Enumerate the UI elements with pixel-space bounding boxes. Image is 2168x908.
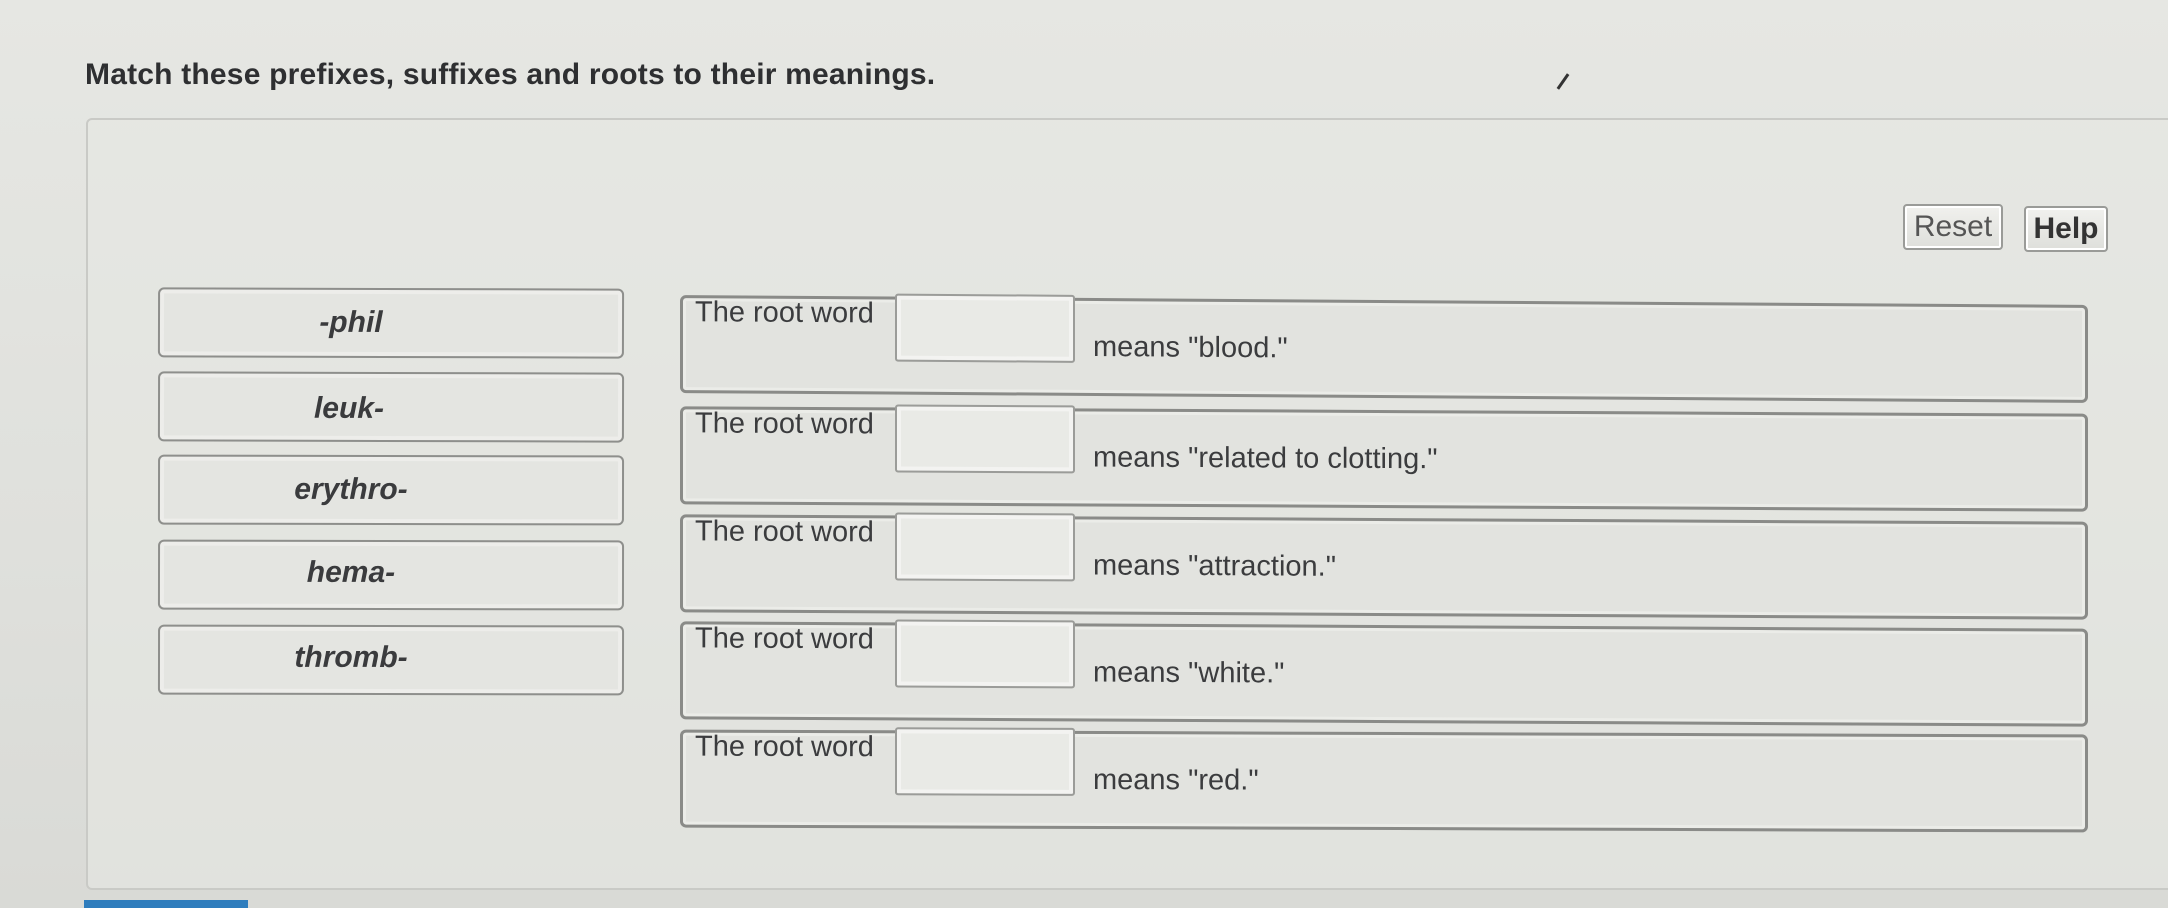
drop-target-clotting[interactable] bbox=[895, 404, 1075, 474]
pen-stroke-mark bbox=[1556, 73, 1570, 90]
sentence-prefix: The root word bbox=[695, 407, 874, 441]
drop-target-attraction[interactable] bbox=[895, 512, 1075, 582]
sentence-row-attraction: The root word means "attraction." bbox=[680, 512, 2088, 620]
sentence-meaning: means "white." bbox=[1093, 656, 1285, 690]
term-tile-erythro[interactable]: erythro- bbox=[157, 454, 625, 526]
term-label: hema- bbox=[306, 555, 396, 590]
sentence-meaning: means "attraction." bbox=[1093, 549, 1337, 583]
term-label: thromb- bbox=[294, 640, 408, 675]
sentence-row-blood: The root word means "blood." bbox=[680, 293, 2088, 403]
page: Match these prefixes, suffixes and roots… bbox=[0, 0, 2168, 908]
reset-button[interactable]: Reset bbox=[1903, 204, 2003, 250]
help-button[interactable]: Help bbox=[2024, 206, 2108, 252]
term-label: -phil bbox=[319, 305, 383, 339]
term-label: erythro- bbox=[294, 472, 408, 507]
sentence-prefix: The root word bbox=[695, 296, 874, 330]
sentence-row-white: The root word means "white." bbox=[680, 619, 2088, 727]
drop-target-white[interactable] bbox=[895, 619, 1075, 689]
term-tile-leuk[interactable]: leuk- bbox=[157, 371, 625, 443]
question-title: Match these prefixes, suffixes and roots… bbox=[85, 58, 936, 91]
sentence-meaning: means "red." bbox=[1093, 763, 1259, 797]
sentence-prefix: The root word bbox=[695, 730, 874, 764]
drop-target-red[interactable] bbox=[895, 727, 1075, 796]
term-label: leuk- bbox=[313, 391, 385, 425]
drop-target-blood[interactable] bbox=[895, 293, 1075, 363]
sentence-meaning: means "blood." bbox=[1093, 330, 1288, 365]
sentence-row-red: The root word means "red." bbox=[680, 727, 2088, 833]
sentence-prefix: The root word bbox=[695, 622, 874, 656]
sentence-prefix: The root word bbox=[695, 515, 874, 549]
term-tile-phil[interactable]: -phil bbox=[157, 287, 625, 359]
term-tile-hema[interactable]: hema- bbox=[157, 539, 625, 611]
sentence-meaning: means "related to clotting." bbox=[1093, 441, 1438, 476]
sentence-row-clotting: The root word means "related to clotting… bbox=[680, 404, 2088, 512]
submit-button-partial[interactable] bbox=[84, 900, 248, 908]
term-tile-thromb[interactable]: thromb- bbox=[157, 624, 625, 696]
